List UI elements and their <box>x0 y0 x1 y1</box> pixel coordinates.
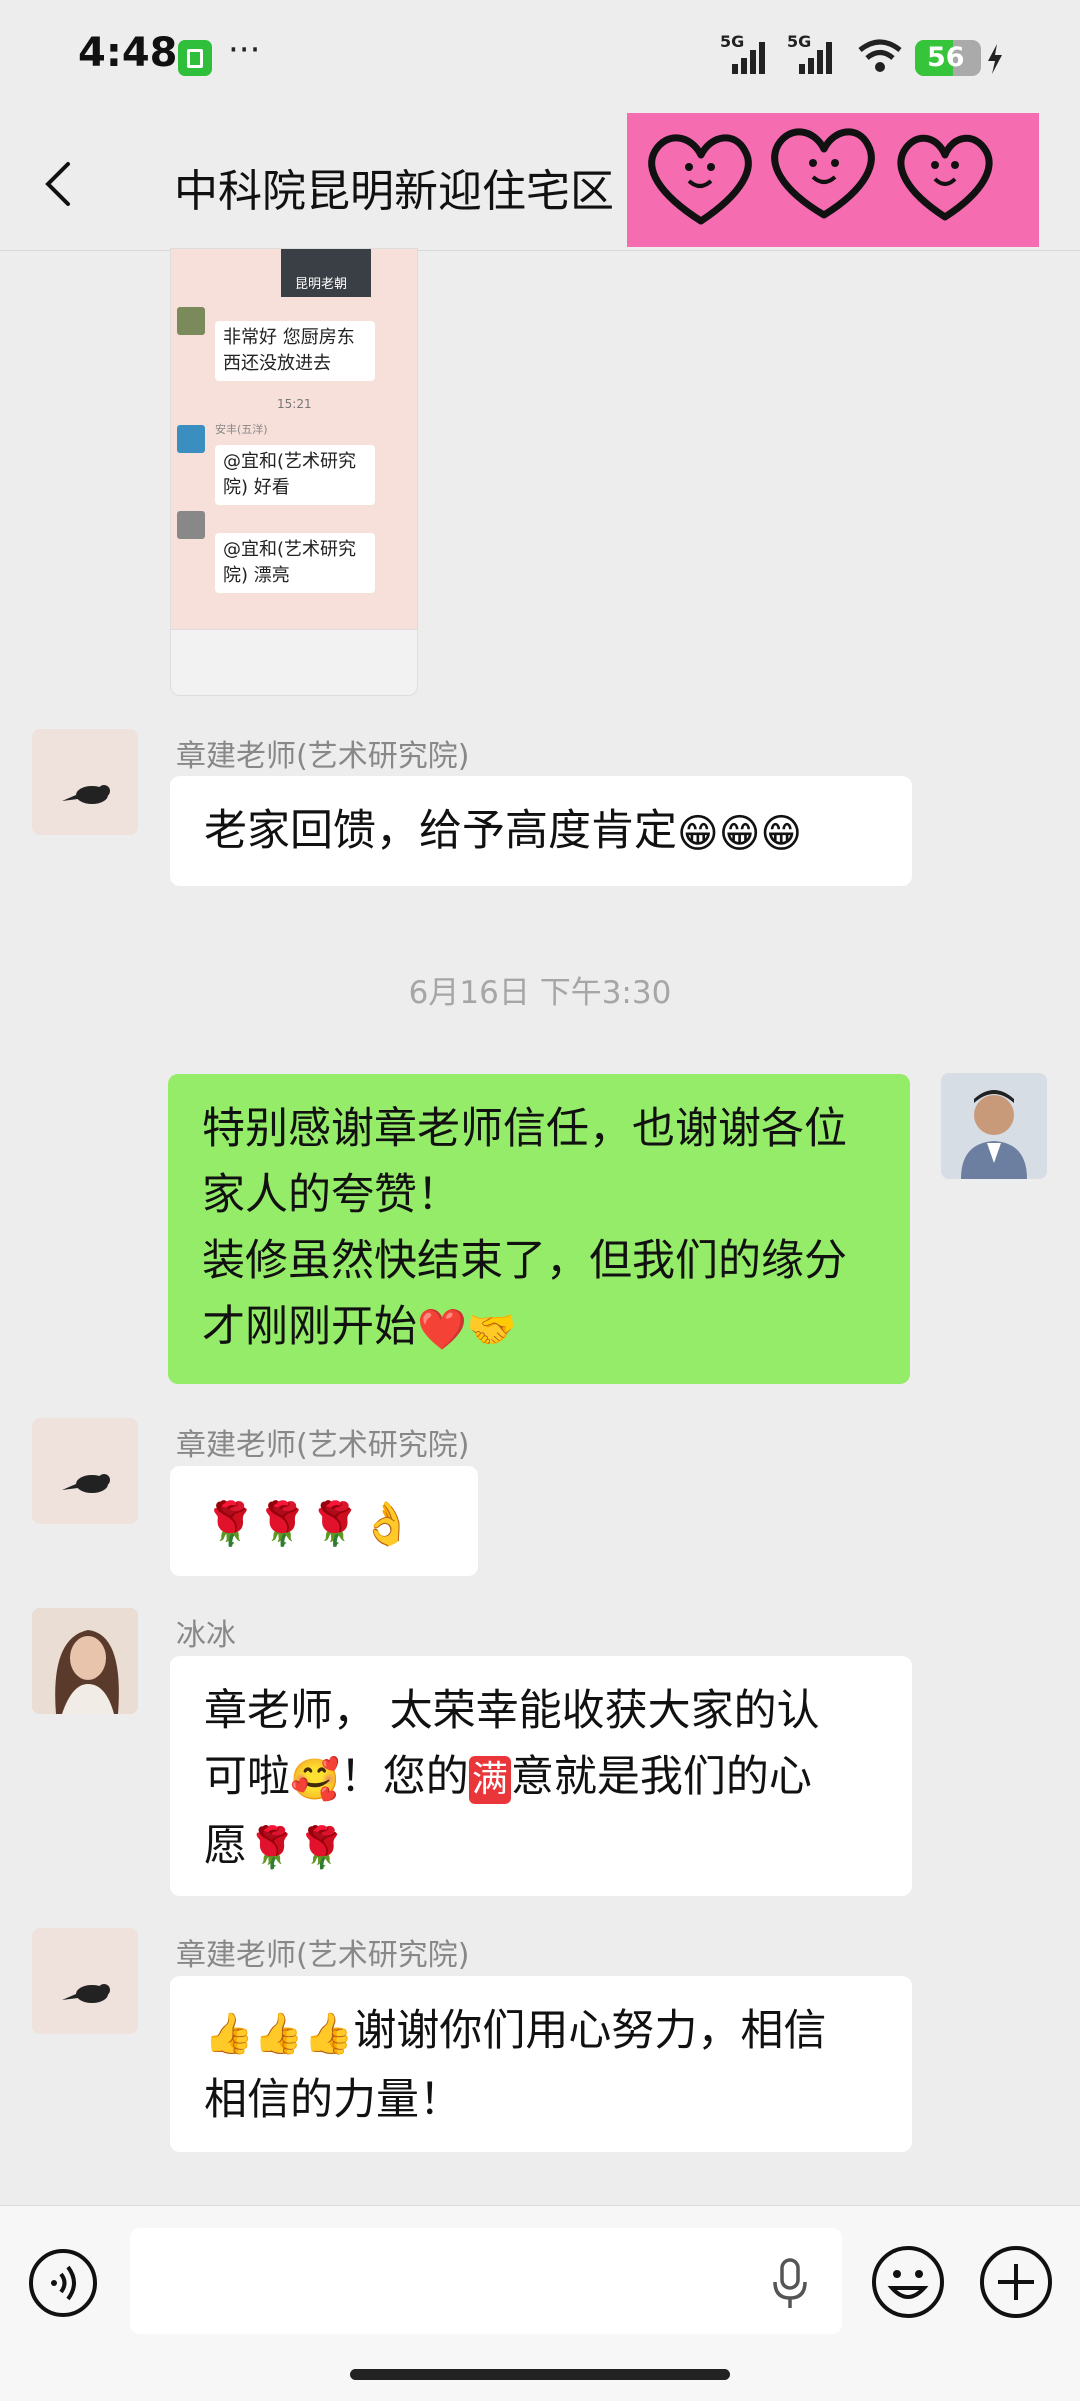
heart-handshake-emoji-icon: ❤️🤝 <box>417 1306 517 1353</box>
sender-name: 冰冰 <box>176 1618 236 1653</box>
battery-saver-icon <box>178 40 212 76</box>
message-line: 才刚刚开始 <box>202 1302 417 1352</box>
screenshot-message: @宜和(艺术研究院) 好看 <box>215 445 375 505</box>
message-bubble[interactable]: 章老师， 太荣幸能收获大家的认 可啦🥰！您的满意就是我们的心 愿🌹🌹 <box>170 1656 912 1896</box>
message-line: 谢谢你们用心努力，相信 <box>353 2006 827 2056</box>
screenshot-message: 非常好 您厨房东西还没放进去 <box>215 321 375 381</box>
sender-name: 章建老师(艺术研究院) <box>176 1938 470 1973</box>
shared-screenshot-image[interactable]: 昆明老朝 非常好 您厨房东西还没放进去 15:21 安丰(五洋) @宜和(艺术研… <box>170 248 418 696</box>
timestamp: 6月16日 下午3:30 <box>408 975 672 1011</box>
bird-icon <box>62 785 110 804</box>
message-line: 装修虽然快结束了，但我们的缘分 <box>202 1236 847 1286</box>
avatar-zhangjian[interactable] <box>32 1418 138 1524</box>
smiling-hearts-emoji-icon: 🥰 <box>290 1756 340 1803</box>
hearts-icon <box>648 128 993 225</box>
chat-title: 中科院昆明新迎住宅区 <box>174 166 614 217</box>
screenshot-sender: 安丰(五洋) <box>215 423 268 436</box>
message-bubble[interactable]: 老家回馈，给予高度肯定😁😁😁 <box>170 776 912 886</box>
rose-ok-emoji-icon: 🌹🌹🌹👌 <box>204 1498 414 1548</box>
back-arrow-icon[interactable] <box>40 160 80 206</box>
sender-name: 章建老师(艺术研究院) <box>176 1428 470 1463</box>
message-bubble[interactable]: 👍👍👍谢谢你们用心努力，相信 相信的力量！ <box>170 1976 912 2152</box>
more-dots: ··· <box>228 30 261 70</box>
sent-message-bubble[interactable]: 特别感谢章老师信任，也谢谢各位 家人的夸赞！ 装修虽然快结束了，但我们的缘分 才… <box>168 1074 910 1384</box>
message-line: 相信的力量！ <box>204 2074 462 2125</box>
battery-icon: 56 <box>915 40 981 76</box>
message-line: 可啦 <box>204 1752 290 1802</box>
message-line: ！您的 <box>339 1752 469 1802</box>
message-line: 章老师， 太荣幸能收获大家的认 <box>204 1686 820 1736</box>
message-line: 愿 <box>204 1820 247 1871</box>
screenshot-tag: 昆明老朝 <box>295 277 348 292</box>
message-line: 意就是我们的心 <box>510 1752 812 1802</box>
plus-icon[interactable] <box>978 2244 1054 2320</box>
full-badge-icon: 满 <box>468 1755 511 1804</box>
screenshot-time: 15:21 <box>277 397 312 411</box>
avatar-zhangjian[interactable] <box>32 729 138 835</box>
hearts-sticker <box>627 113 1039 247</box>
home-indicator[interactable] <box>350 2369 730 2380</box>
message-input[interactable] <box>130 2228 842 2334</box>
screenshot-message: @宜和(艺术研究院) 漂亮 <box>215 533 375 593</box>
voice-icon[interactable] <box>28 2248 98 2318</box>
battery-level: 56 <box>927 42 965 73</box>
bird-icon <box>62 1474 110 1493</box>
avatar-bingbing[interactable] <box>32 1608 138 1714</box>
rose-emoji-icon: 🌹🌹 <box>247 1825 347 1871</box>
message-text: 老家回馈，给予高度肯定 <box>204 806 677 856</box>
avatar-zhangjian[interactable] <box>32 1928 138 2034</box>
status-time: 4:48 <box>78 30 178 76</box>
thumbs-up-emoji-icon: 👍👍👍 <box>204 2010 354 2057</box>
woman-photo-icon <box>32 1608 138 1714</box>
emoji-icon[interactable] <box>870 2244 946 2320</box>
charging-icon <box>986 44 1004 78</box>
message-line: 特别感谢章老师信任，也谢谢各位 <box>202 1104 847 1154</box>
bird-icon <box>62 1984 110 2003</box>
sender-name: 章建老师(艺术研究院) <box>176 739 470 774</box>
avatar-self[interactable] <box>941 1073 1047 1179</box>
status-bar: 4:48 ··· 5G 5G 56 <box>0 0 1080 115</box>
message-bubble[interactable]: 🌹🌹🌹👌 <box>170 1466 478 1576</box>
person-photo-icon <box>941 1073 1047 1179</box>
wifi-icon <box>856 38 904 78</box>
grin-emoji-icon: 😁😁😁 <box>677 810 803 857</box>
microphone-icon[interactable] <box>770 2258 810 2314</box>
message-line: 家人的夸赞！ <box>202 1170 460 1220</box>
